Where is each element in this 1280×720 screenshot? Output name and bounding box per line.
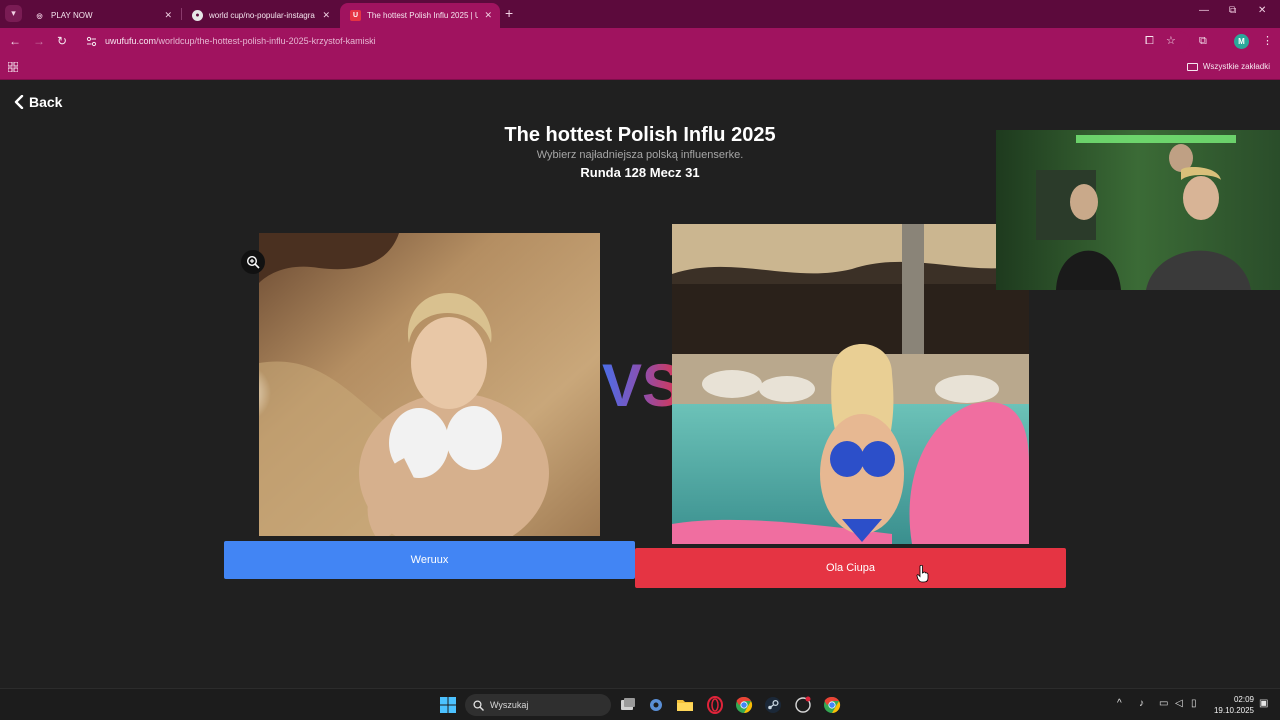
restore-icon[interactable]: ⧉ [1229, 5, 1236, 16]
bookmark-star-icon[interactable]: ☆ [1166, 35, 1176, 47]
tab-title: The hottest Polish Influ 2025 | U [367, 11, 479, 20]
folder-icon [1186, 62, 1198, 71]
forward-arrow-icon[interactable]: → [33, 34, 45, 48]
vs-text: VS [602, 352, 682, 416]
site-info-icon[interactable] [86, 36, 97, 47]
battery-icon[interactable]: ▯ [1191, 698, 1197, 710]
back-arrow-icon[interactable]: ← [9, 34, 21, 48]
github-desktop-icon[interactable] [794, 696, 812, 714]
all-bookmarks-button[interactable]: Wszystkie zakładki [1186, 62, 1270, 71]
bookmarks-bar: Wszystkie zakładki [0, 56, 1280, 80]
opera-gx-icon[interactable] [706, 696, 724, 714]
url-domain: uwufufu.com [105, 36, 157, 46]
headset-icon: ◎ [36, 12, 43, 20]
steam-icon[interactable] [764, 696, 782, 714]
volume-icon[interactable]: ◁ [1175, 698, 1183, 710]
minimize-icon[interactable]: — [1199, 5, 1209, 16]
url-text: uwufufu.com/worldcup/the-hottest-polish-… [105, 36, 376, 46]
search-icon [473, 699, 484, 711]
tab-title: world cup/no-popular-instagra [209, 11, 315, 20]
all-bookmarks-label: Wszystkie zakładki [1202, 62, 1270, 71]
zoom-in-icon [246, 255, 260, 269]
reload-icon[interactable]: ↻ [57, 34, 67, 48]
left-candidate-photo[interactable] [259, 233, 600, 536]
microphone-icon[interactable]: ♪ [1139, 698, 1144, 710]
page-content: Back The hottest Polish Influ 2025 Wybie… [0, 81, 1280, 688]
close-window-icon[interactable]: ✕ [1258, 5, 1266, 16]
file-explorer-icon[interactable] [676, 696, 694, 714]
profile-avatar[interactable]: M [1234, 34, 1249, 49]
chrome-icon[interactable] [735, 696, 753, 714]
right-choice-label: Ola Ciupa [826, 562, 875, 574]
browser-tab-strip: ▾ ◎ PLAY NOW ✕ ● world cup/no-popular-in… [0, 0, 1280, 28]
right-candidate-photo[interactable] [672, 224, 1029, 544]
tab-search-button[interactable]: ▾ [5, 5, 22, 22]
webcam-overlay [996, 130, 1280, 290]
choose-right-button[interactable]: Ola Ciupa [635, 548, 1066, 588]
browser-tab-hottest-polish-influ[interactable]: U The hottest Polish Influ 2025 | U ✕ [340, 3, 500, 28]
chevron-left-icon [14, 95, 24, 109]
network-icon[interactable]: ▭ [1159, 698, 1168, 710]
chevron-up-icon[interactable]: ^ [1117, 698, 1122, 710]
translate-icon[interactable]: ⧠ [1145, 35, 1154, 47]
choose-left-button[interactable]: Weruux [224, 541, 635, 579]
left-choice-label: Weruux [410, 554, 449, 566]
url-path: /worldcup/the-hottest-polish-influ-2025-… [156, 36, 376, 46]
chrome-active-icon[interactable] [823, 696, 841, 714]
more-menu-icon[interactable]: ⋮ [1262, 35, 1273, 47]
system-clock[interactable]: 02:09 19.10.2025 [1208, 694, 1254, 716]
apps-grid-icon[interactable] [8, 62, 18, 72]
browser-toolbar: ← → ↻ uwufufu.com/worldcup/the-hottest-p… [0, 28, 1280, 56]
search-placeholder: Wyszukaj [490, 700, 529, 710]
windows-start-icon[interactable] [440, 697, 456, 713]
notifications-icon[interactable]: ▣ [1259, 698, 1268, 710]
zoom-in-button[interactable] [241, 250, 265, 274]
tab-title: PLAY NOW [51, 11, 93, 20]
close-tab-icon[interactable]: ✕ [322, 10, 330, 21]
browser-tab-world-cup[interactable]: ● world cup/no-popular-instagra ✕ [182, 3, 338, 28]
close-tab-icon[interactable]: ✕ [164, 10, 172, 21]
uwufufu-icon: U [350, 10, 361, 21]
browser-tab-play-now[interactable]: ◎ PLAY NOW ✕ [24, 3, 180, 28]
address-bar[interactable]: uwufufu.com/worldcup/the-hottest-polish-… [80, 31, 1190, 53]
extensions-icon[interactable]: ⧉ [1199, 35, 1207, 47]
new-tab-button[interactable]: + [505, 6, 513, 20]
back-label: Back [29, 94, 63, 110]
hand-pointer-icon [916, 565, 929, 583]
taskbar-search[interactable]: Wyszukaj [465, 694, 611, 716]
task-view-icon[interactable] [619, 696, 637, 714]
settings-gear-icon[interactable] [647, 696, 665, 714]
clock-time: 02:09 [1233, 695, 1254, 704]
clock-date: 19.10.2025 [1213, 706, 1254, 715]
close-tab-icon[interactable]: ✕ [484, 10, 492, 21]
chrome-icon: ● [192, 10, 203, 21]
windows-taskbar: Wyszukaj ^ ♪ ▭ ◁ ▯ 02:09 19.10.2025 ▣ [0, 688, 1280, 720]
back-link[interactable]: Back [14, 94, 62, 110]
